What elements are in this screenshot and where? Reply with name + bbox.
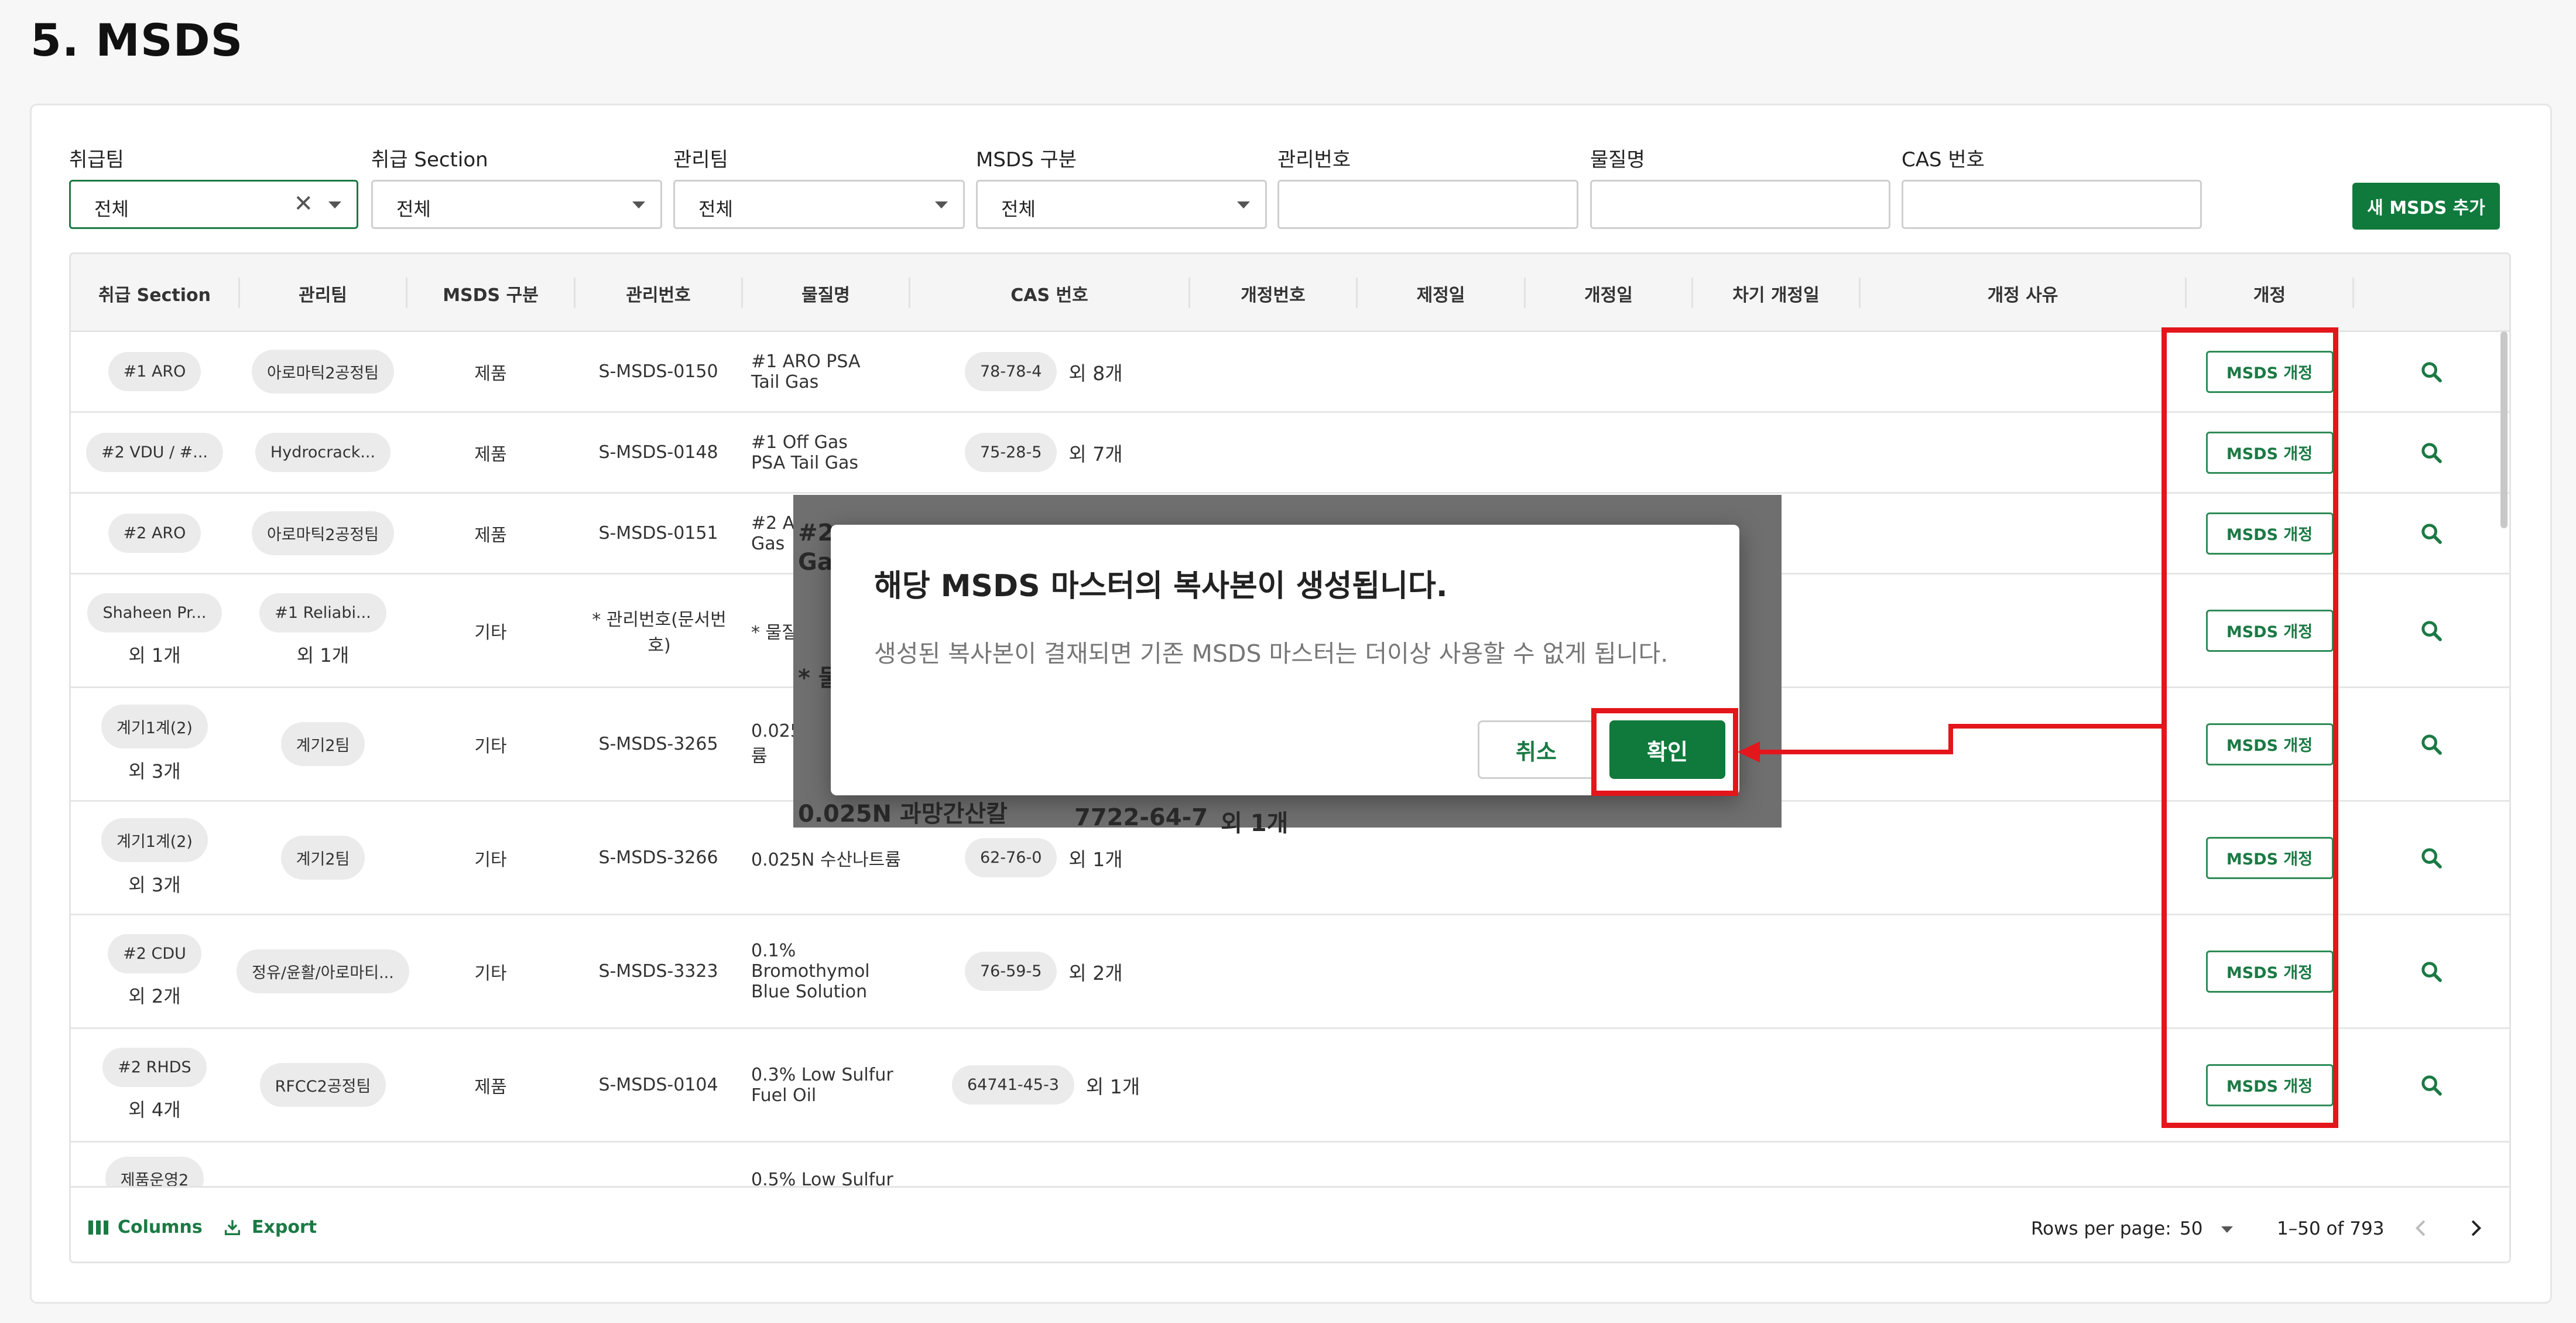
annotation-arrow (1738, 724, 2161, 763)
